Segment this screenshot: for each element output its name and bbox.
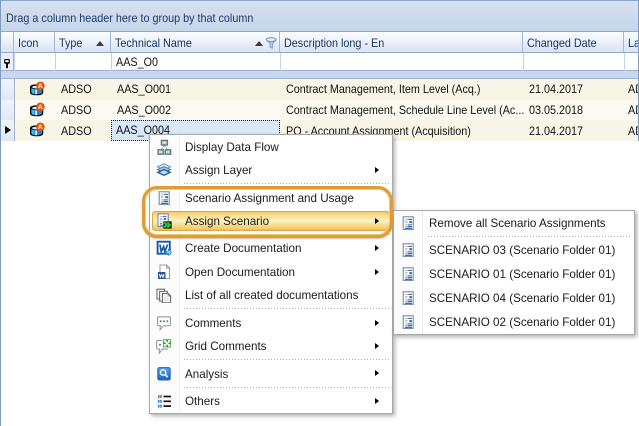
- svg-text:A: A: [38, 83, 43, 90]
- svg-text:A: A: [38, 124, 43, 131]
- svg-text:A: A: [38, 104, 43, 111]
